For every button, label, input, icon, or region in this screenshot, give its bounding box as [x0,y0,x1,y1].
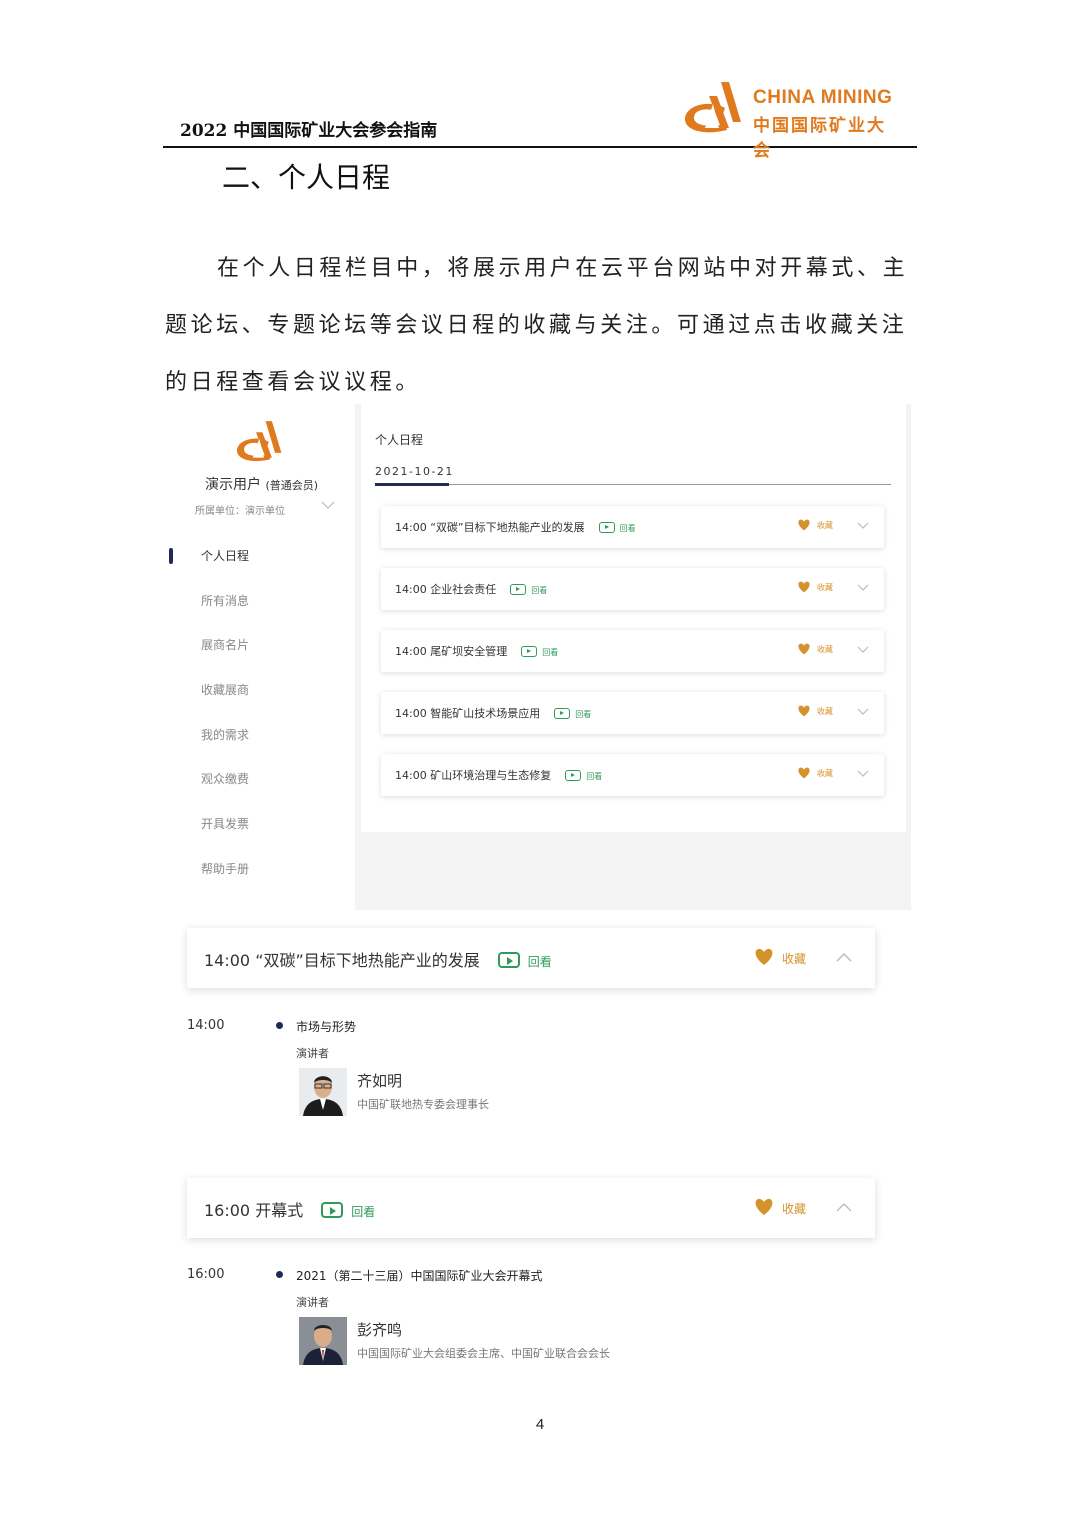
play-icon[interactable] [510,583,527,595]
sidebar-item-help[interactable]: 帮助手册 [169,855,355,900]
heart-icon[interactable] [754,948,774,966]
chevron-down-icon[interactable] [857,646,869,654]
heart-icon[interactable] [797,705,811,717]
replay-link[interactable]: 回看 [351,1205,375,1219]
sidebar-item-visitor-payment[interactable]: 观众缴费 [169,765,355,810]
schedule-row-text: 14:00 矿山环境治理与生态修复 [395,769,552,782]
agenda-item: 14:00 市场与形势 演讲者 齐如明 中国矿联地热专委会理事长 [187,1018,887,1128]
play-icon[interactable] [598,521,615,533]
chevron-down-icon[interactable] [321,500,335,510]
speaker-name: 彭齐鸣 [357,1321,403,1339]
schedule-main: 个人日程 2021-10-21 14:00 “双碳”目标下地热能产业的发展 回看 … [361,404,906,832]
replay-link[interactable]: 回看 [586,772,602,781]
user-unit: 所属单位：演示单位 [195,506,285,517]
chevron-down-icon[interactable] [857,770,869,778]
heart-icon[interactable] [797,581,811,593]
speaker-title: 中国国际矿业大会组委会主席、中国矿业联合会会长 [357,1347,610,1360]
speaker-label: 演讲者 [296,1047,329,1060]
chevron-up-icon[interactable] [836,952,852,962]
chevron-down-icon[interactable] [857,584,869,592]
mountain-logo-icon [236,421,282,462]
schedule-row-text: 14:00 尾矿坝安全管理 [395,645,508,658]
brand-name-en: CHINA MINING [753,87,893,108]
date-tab[interactable]: 2021-10-21 [375,465,454,478]
play-icon[interactable] [554,707,571,719]
agenda-item: 16:00 2021（第二十三届）中国国际矿业大会开幕式 演讲者 彭齐鸣 中国国… [187,1267,887,1377]
sidebar-item-schedule[interactable]: 个人日程 [169,542,355,587]
play-icon[interactable] [521,645,538,657]
sidebar-item-invoice[interactable]: 开具发票 [169,810,355,855]
sidebar-item-saved-exhibitors[interactable]: 收藏展商 [169,676,355,721]
schedule-row-text: 14:00 “双碳”目标下地热能产业的发展 [395,521,585,534]
doc-title: 2022 中国国际矿业大会参会指南 [180,121,438,141]
schedule-row-text: 14:00 企业社会责任 [395,583,497,596]
agenda-topic: 市场与形势 [296,1020,357,1034]
session-card[interactable]: 14:00 “双碳”目标下地热能产业的发展 回看 收藏 [187,928,875,988]
favorite-label[interactable]: 收藏 [817,644,833,655]
schedule-row-text: 14:00 智能矿山技术场景应用 [395,707,541,720]
session-card-title: 14:00 “双碳”目标下地热能产业的发展 [204,951,480,970]
schedule-row[interactable]: 14:00 尾矿坝安全管理 回看 收藏 [381,630,884,672]
agenda-topic: 2021（第二十三届）中国国际矿业大会开幕式 [296,1269,543,1283]
speaker-label: 演讲者 [296,1296,329,1309]
mountain-logo-icon [684,82,741,133]
date-tab-divider [375,484,891,485]
schedule-row[interactable]: 14:00 智能矿山技术场景应用 回看 收藏 [381,692,884,734]
play-icon[interactable] [321,1201,344,1218]
sidebar-item-exhibitor-cards[interactable]: 展商名片 [169,631,355,676]
replay-link[interactable]: 回看 [528,955,552,969]
page-number: 4 [535,1416,545,1433]
replay-link[interactable]: 回看 [575,710,591,719]
timeline-dot [276,1271,283,1278]
replay-link[interactable]: 回看 [542,648,558,657]
heart-icon[interactable] [754,1198,774,1216]
session-card-title: 16:00 开幕式 [204,1201,304,1220]
replay-link[interactable]: 回看 [531,586,547,595]
sidebar-menu: 个人日程 所有消息 展商名片 收藏展商 我的需求 观众缴费 开具发票 帮助手册 [169,542,355,900]
favorite-label[interactable]: 收藏 [817,520,833,531]
heart-icon[interactable] [797,767,811,779]
intro-paragraph: 在个人日程栏目中，将展示用户在云平台网站中对开幕式、主题论坛、专题论坛等会议日程… [165,256,909,395]
favorite-label[interactable]: 收藏 [782,1200,806,1217]
brand: CHINA MINING 中国国际矿业大会 [681,78,901,161]
favorite-label[interactable]: 收藏 [782,950,806,967]
agenda-time: 14:00 [187,1018,225,1033]
chevron-down-icon[interactable] [857,708,869,716]
play-icon[interactable] [497,951,520,968]
schedule-row[interactable]: 14:00 企业社会责任 回看 收藏 [381,568,884,610]
heart-icon[interactable] [797,643,811,655]
favorite-label[interactable]: 收藏 [817,706,833,717]
section-title: 二、个人日程 [222,161,391,194]
favorite-label[interactable]: 收藏 [817,582,833,593]
page-header: 2022 中国国际矿业大会参会指南 CHINA MINING 中国国际矿业大会 [163,78,917,161]
speaker-title: 中国矿联地热专委会理事长 [357,1098,489,1111]
speaker-avatar [299,1068,347,1116]
main-title: 个人日程 [375,433,424,447]
date-tab-indicator [375,483,449,486]
user-level: (普通会员) [265,479,319,492]
chevron-down-icon[interactable] [857,522,869,530]
favorite-label[interactable]: 收藏 [817,768,833,779]
chevron-up-icon[interactable] [836,1202,852,1212]
sidebar: 演示用户 (普通会员) 所属单位：演示单位 个人日程 所有消息 展商名片 收藏展… [169,404,355,910]
speaker-name: 齐如明 [357,1072,403,1090]
schedule-row[interactable]: 14:00 矿山环境治理与生态修复 回看 收藏 [381,754,884,796]
session-card[interactable]: 16:00 开幕式 回看 收藏 [187,1178,875,1238]
agenda-time: 16:00 [187,1267,225,1282]
user-name: 演示用户 (普通会员) [205,474,318,494]
play-icon[interactable] [565,769,582,781]
heart-icon[interactable] [797,519,811,531]
brand-name-cn: 中国国际矿业大会 [753,116,886,161]
replay-link[interactable]: 回看 [620,524,636,533]
sidebar-item-messages[interactable]: 所有消息 [169,587,355,632]
timeline-dot [276,1022,283,1029]
sidebar-item-my-needs[interactable]: 我的需求 [169,721,355,766]
schedule-list: 14:00 “双碳”目标下地热能产业的发展 回看 收藏 14:00 企业社会责任回… [381,506,884,816]
speaker-avatar [299,1317,347,1365]
schedule-row[interactable]: 14:00 “双碳”目标下地热能产业的发展 回看 收藏 [381,506,884,548]
schedule-screenshot: 演示用户 (普通会员) 所属单位：演示单位 个人日程 所有消息 展商名片 收藏展… [169,404,911,910]
user-name-text: 演示用户 [205,477,261,493]
